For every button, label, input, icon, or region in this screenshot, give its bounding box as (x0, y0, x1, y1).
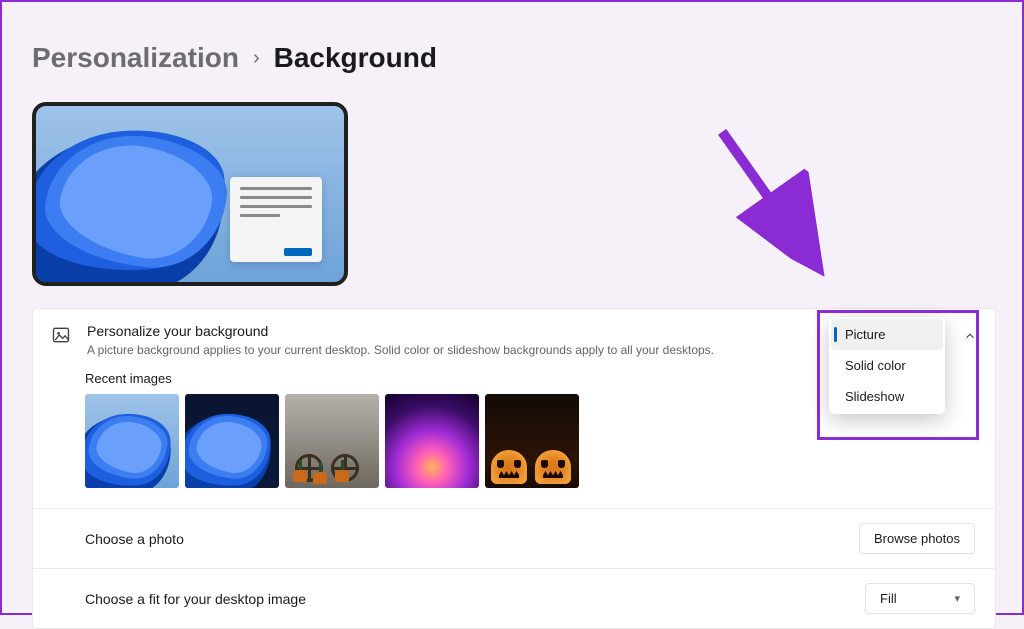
chevron-right-icon: › (253, 47, 260, 70)
preview-window-card (230, 177, 322, 262)
recent-image-5[interactable] (485, 394, 579, 488)
breadcrumb-parent[interactable]: Personalization (32, 42, 239, 74)
background-type-area: Picture Solid color Slideshow (829, 317, 977, 414)
breadcrumb-current: Background (274, 42, 437, 74)
browse-photos-button[interactable]: Browse photos (859, 523, 975, 554)
recent-image-3[interactable] (285, 394, 379, 488)
chevron-down-icon: ▾ (954, 592, 960, 605)
breadcrumb: Personalization › Background (32, 42, 992, 74)
fit-selected-value: Fill (880, 591, 897, 606)
settings-panel: Personalize your background A picture ba… (32, 308, 996, 629)
choose-fit-section: Choose a fit for your desktop image Fill… (33, 569, 995, 628)
picture-icon (51, 325, 71, 345)
recent-image-1[interactable] (85, 394, 179, 488)
recent-image-2[interactable] (185, 394, 279, 488)
background-type-dropdown[interactable]: Picture Solid color Slideshow (829, 317, 945, 414)
settings-background-page: Personalization › Background Personalize… (0, 0, 1024, 615)
dropdown-option-picture[interactable]: Picture (831, 319, 943, 350)
choose-photo-label: Choose a photo (85, 531, 184, 547)
annotation-arrow (678, 110, 886, 294)
choose-fit-label: Choose a fit for your desktop image (85, 591, 306, 607)
fit-dropdown[interactable]: Fill ▾ (865, 583, 975, 614)
desktop-preview (32, 102, 348, 286)
dropdown-option-slideshow[interactable]: Slideshow (831, 381, 943, 412)
dropdown-option-solid-color[interactable]: Solid color (831, 350, 943, 381)
choose-photo-section: Choose a photo Browse photos (33, 509, 995, 569)
personalize-section: Personalize your background A picture ba… (33, 309, 995, 509)
chevron-up-icon[interactable] (963, 329, 977, 343)
recent-image-4[interactable] (385, 394, 479, 488)
